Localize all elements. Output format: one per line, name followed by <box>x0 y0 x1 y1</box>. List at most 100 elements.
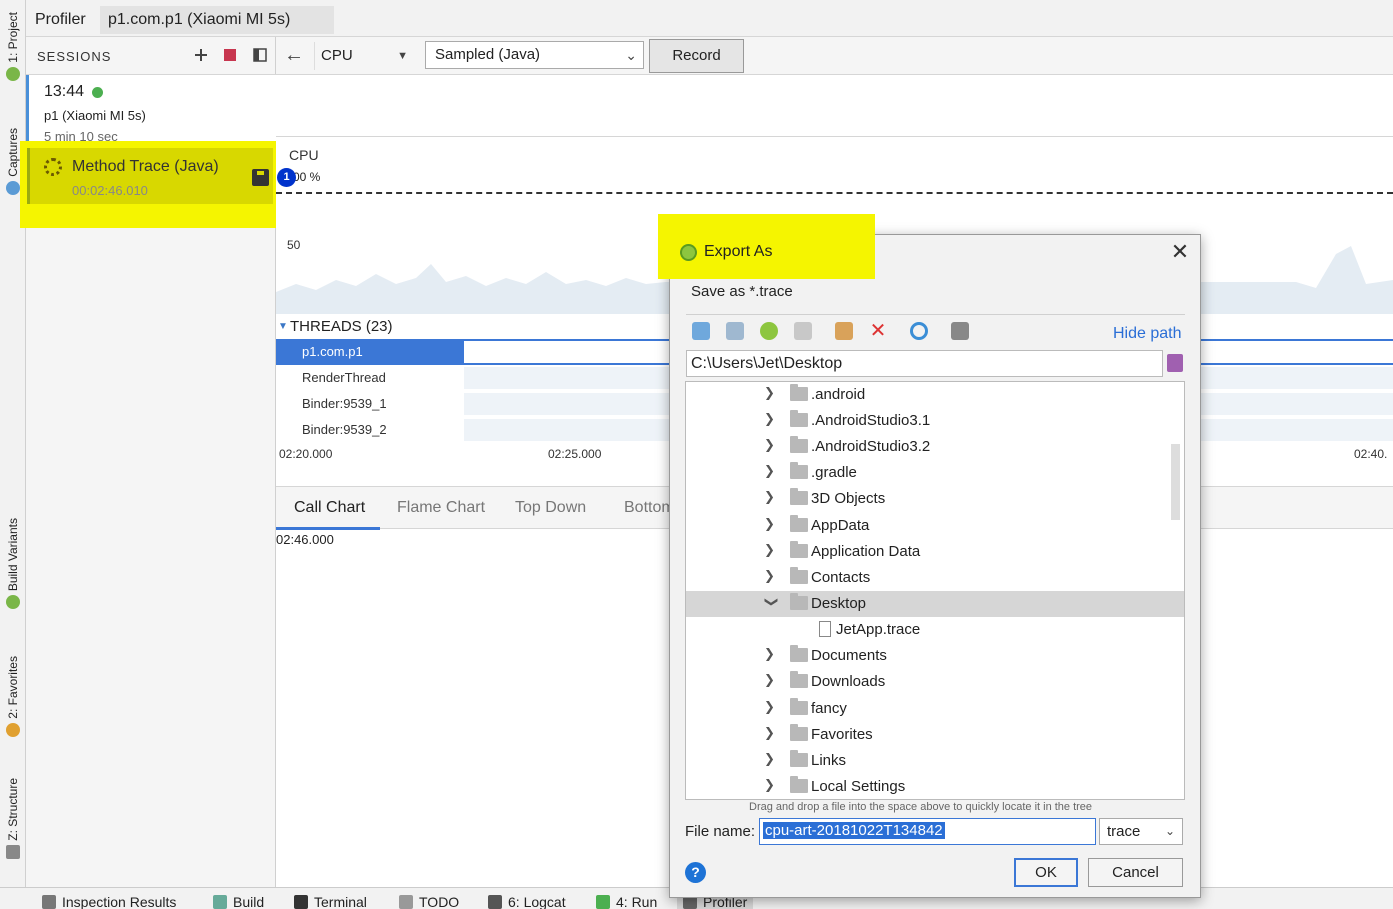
favorites-tool-tab[interactable]: 2: Favorites <box>0 656 26 737</box>
folder-link-icon <box>790 541 808 558</box>
inspection-results-tab[interactable]: Inspection Results <box>42 894 176 909</box>
chevron-right-icon: ❯ <box>764 777 775 792</box>
home-icon[interactable] <box>692 322 710 340</box>
file-type-select[interactable]: trace ⌄ <box>1099 818 1183 845</box>
folder-icon <box>790 671 808 688</box>
method-trace-capture[interactable]: Method Trace (Java) 00:02:46.010 <box>27 148 273 204</box>
tree-item[interactable]: ❯ Local Settings <box>686 774 1184 799</box>
dialog-divider <box>686 314 1185 315</box>
terminal-tab[interactable]: Terminal <box>294 894 367 909</box>
tree-item[interactable]: ❯ Links <box>686 748 1184 774</box>
time-tick-label: 02:25.000 <box>548 447 602 461</box>
drag-drop-hint: Drag and drop a file into the space abov… <box>749 801 1093 813</box>
tree-item-selected[interactable]: ❯ Desktop <box>686 591 1184 617</box>
tree-item[interactable]: ❯ Favorites <box>686 722 1184 748</box>
new-folder-icon[interactable] <box>835 322 853 340</box>
dialog-subtitle: Save as *.trace <box>691 283 793 300</box>
build-tab[interactable]: Build <box>213 894 264 909</box>
android-project-icon[interactable] <box>760 322 778 340</box>
active-tab-underline <box>276 527 380 530</box>
file-tree[interactable]: ❯ .android ❯ .AndroidStudio3.1 ❯ .AndroidSt… <box>685 381 1185 800</box>
tree-item[interactable]: ❯ .AndroidStudio3.1 <box>686 408 1184 434</box>
save-icon[interactable] <box>252 169 269 186</box>
tab-flame-chart[interactable]: Flame Chart <box>397 499 485 517</box>
run-tab[interactable]: 4: Run <box>596 894 657 909</box>
tab-call-chart[interactable]: Call Chart <box>294 499 365 517</box>
logcat-tab[interactable]: 6: Logcat <box>488 894 566 909</box>
session-item[interactable]: 13:44 p1 (Xiaomi MI 5s) 5 min 10 sec <box>26 75 276 144</box>
todo-tab[interactable]: TODO <box>399 894 459 909</box>
tree-item-label: Local Settings <box>811 778 906 795</box>
chevron-right-icon: ❯ <box>764 516 775 531</box>
tree-item[interactable]: ❯ fancy <box>686 696 1184 722</box>
tree-item[interactable]: ❯ Contacts <box>686 565 1184 591</box>
monitor-select-value: CPU <box>321 47 353 64</box>
chevron-down-icon: ⌄ <box>1164 824 1175 838</box>
folder-icon <box>790 750 808 767</box>
layout-icon[interactable] <box>252 47 268 63</box>
tree-item[interactable]: ❯ .AndroidStudio3.2 <box>686 434 1184 460</box>
tree-item-label: .android <box>811 386 866 403</box>
structure-tool-tab[interactable]: Z: Structure <box>0 778 26 859</box>
show-hidden-icon[interactable] <box>951 322 969 340</box>
tree-item[interactable]: ❯ Application Data <box>686 539 1184 565</box>
hide-path-link[interactable]: Hide path <box>1113 325 1182 343</box>
capture-time: 00:02:46.010 <box>72 183 148 198</box>
tree-item[interactable]: ❯ .android <box>686 382 1184 408</box>
close-icon[interactable]: ✕ <box>1170 240 1190 264</box>
tree-item[interactable]: ❯ AppData <box>686 513 1184 539</box>
tree-item[interactable]: ❯ Documents <box>686 643 1184 669</box>
time-tick-label: 02:20.000 <box>279 447 333 461</box>
tree-item-label: Documents <box>811 647 887 664</box>
chevron-down-icon: ❯ <box>764 596 780 608</box>
delete-icon[interactable]: ✕ <box>869 321 887 341</box>
tree-item[interactable]: ❯ .gradle <box>686 460 1184 486</box>
capture-title: Method Trace (Java) <box>72 158 219 175</box>
chevron-down-icon: ⌄ <box>625 47 637 63</box>
help-button[interactable]: ? <box>685 862 706 883</box>
ok-button[interactable]: OK <box>1014 858 1078 887</box>
chevron-right-icon: ❯ <box>764 568 775 583</box>
cancel-button[interactable]: Cancel <box>1088 858 1183 887</box>
favorites-tab-label: 2: Favorites <box>6 656 20 719</box>
tree-item-file[interactable]: JetApp.trace <box>686 617 1184 643</box>
plus-icon[interactable] <box>193 47 209 63</box>
inspection-results-label: Inspection Results <box>62 894 177 909</box>
editor-tabs: Profiler p1.com.p1 (Xiaomi MI 5s) <box>26 0 1393 37</box>
tab-top-down[interactable]: Top Down <box>515 499 586 517</box>
expand-caret-icon[interactable]: ▼ <box>278 321 288 332</box>
tab-bottom-up[interactable]: Bottom <box>624 499 675 517</box>
monitor-select[interactable]: CPU ▼ <box>314 42 414 70</box>
tree-scrollbar[interactable] <box>1171 444 1180 520</box>
tree-item[interactable]: ❯ Downloads <box>686 669 1184 695</box>
thread-name: Binder:9539_2 <box>302 422 387 437</box>
tree-item-label: fancy <box>811 700 847 717</box>
tab-session[interactable]: p1.com.p1 (Xiaomi MI 5s) <box>100 6 334 34</box>
refresh-icon[interactable] <box>910 322 928 340</box>
folder-icon <box>790 384 808 401</box>
profiling-mode-select[interactable]: Sampled (Java) ⌄ <box>425 41 644 69</box>
path-input[interactable]: C:\Users\Jet\Desktop <box>686 350 1163 377</box>
tree-item-label: AppData <box>811 517 870 534</box>
file-type-value: trace <box>1107 823 1141 840</box>
desktop-icon[interactable] <box>726 322 744 340</box>
record-button[interactable]: Record <box>649 39 744 73</box>
file-name-input[interactable]: cpu-art-20181022T134842 <box>759 818 1096 845</box>
build-variants-tool-tab[interactable]: Build Variants <box>0 518 26 610</box>
project-tool-tab[interactable]: 1: Project <box>0 12 26 81</box>
tab-profiler[interactable]: Profiler <box>27 6 94 34</box>
tree-item-label: .gradle <box>811 464 857 481</box>
chevron-right-icon: ❯ <box>764 542 775 557</box>
stop-icon[interactable] <box>222 47 238 63</box>
tree-item-label: Links <box>811 752 847 769</box>
back-arrow-icon[interactable]: ← <box>284 45 306 67</box>
folder-icon <box>790 436 808 453</box>
sessions-title: SESSIONS <box>37 49 112 64</box>
profiling-mode-value: Sampled (Java) <box>435 46 541 63</box>
folder-link-icon <box>790 776 808 793</box>
android-icon <box>6 66 20 81</box>
download-path-icon[interactable] <box>1167 354 1183 372</box>
tree-item[interactable]: ❯ 3D Objects <box>686 486 1184 512</box>
chevron-right-icon: ❯ <box>764 463 775 478</box>
folder-icon[interactable] <box>794 322 812 340</box>
